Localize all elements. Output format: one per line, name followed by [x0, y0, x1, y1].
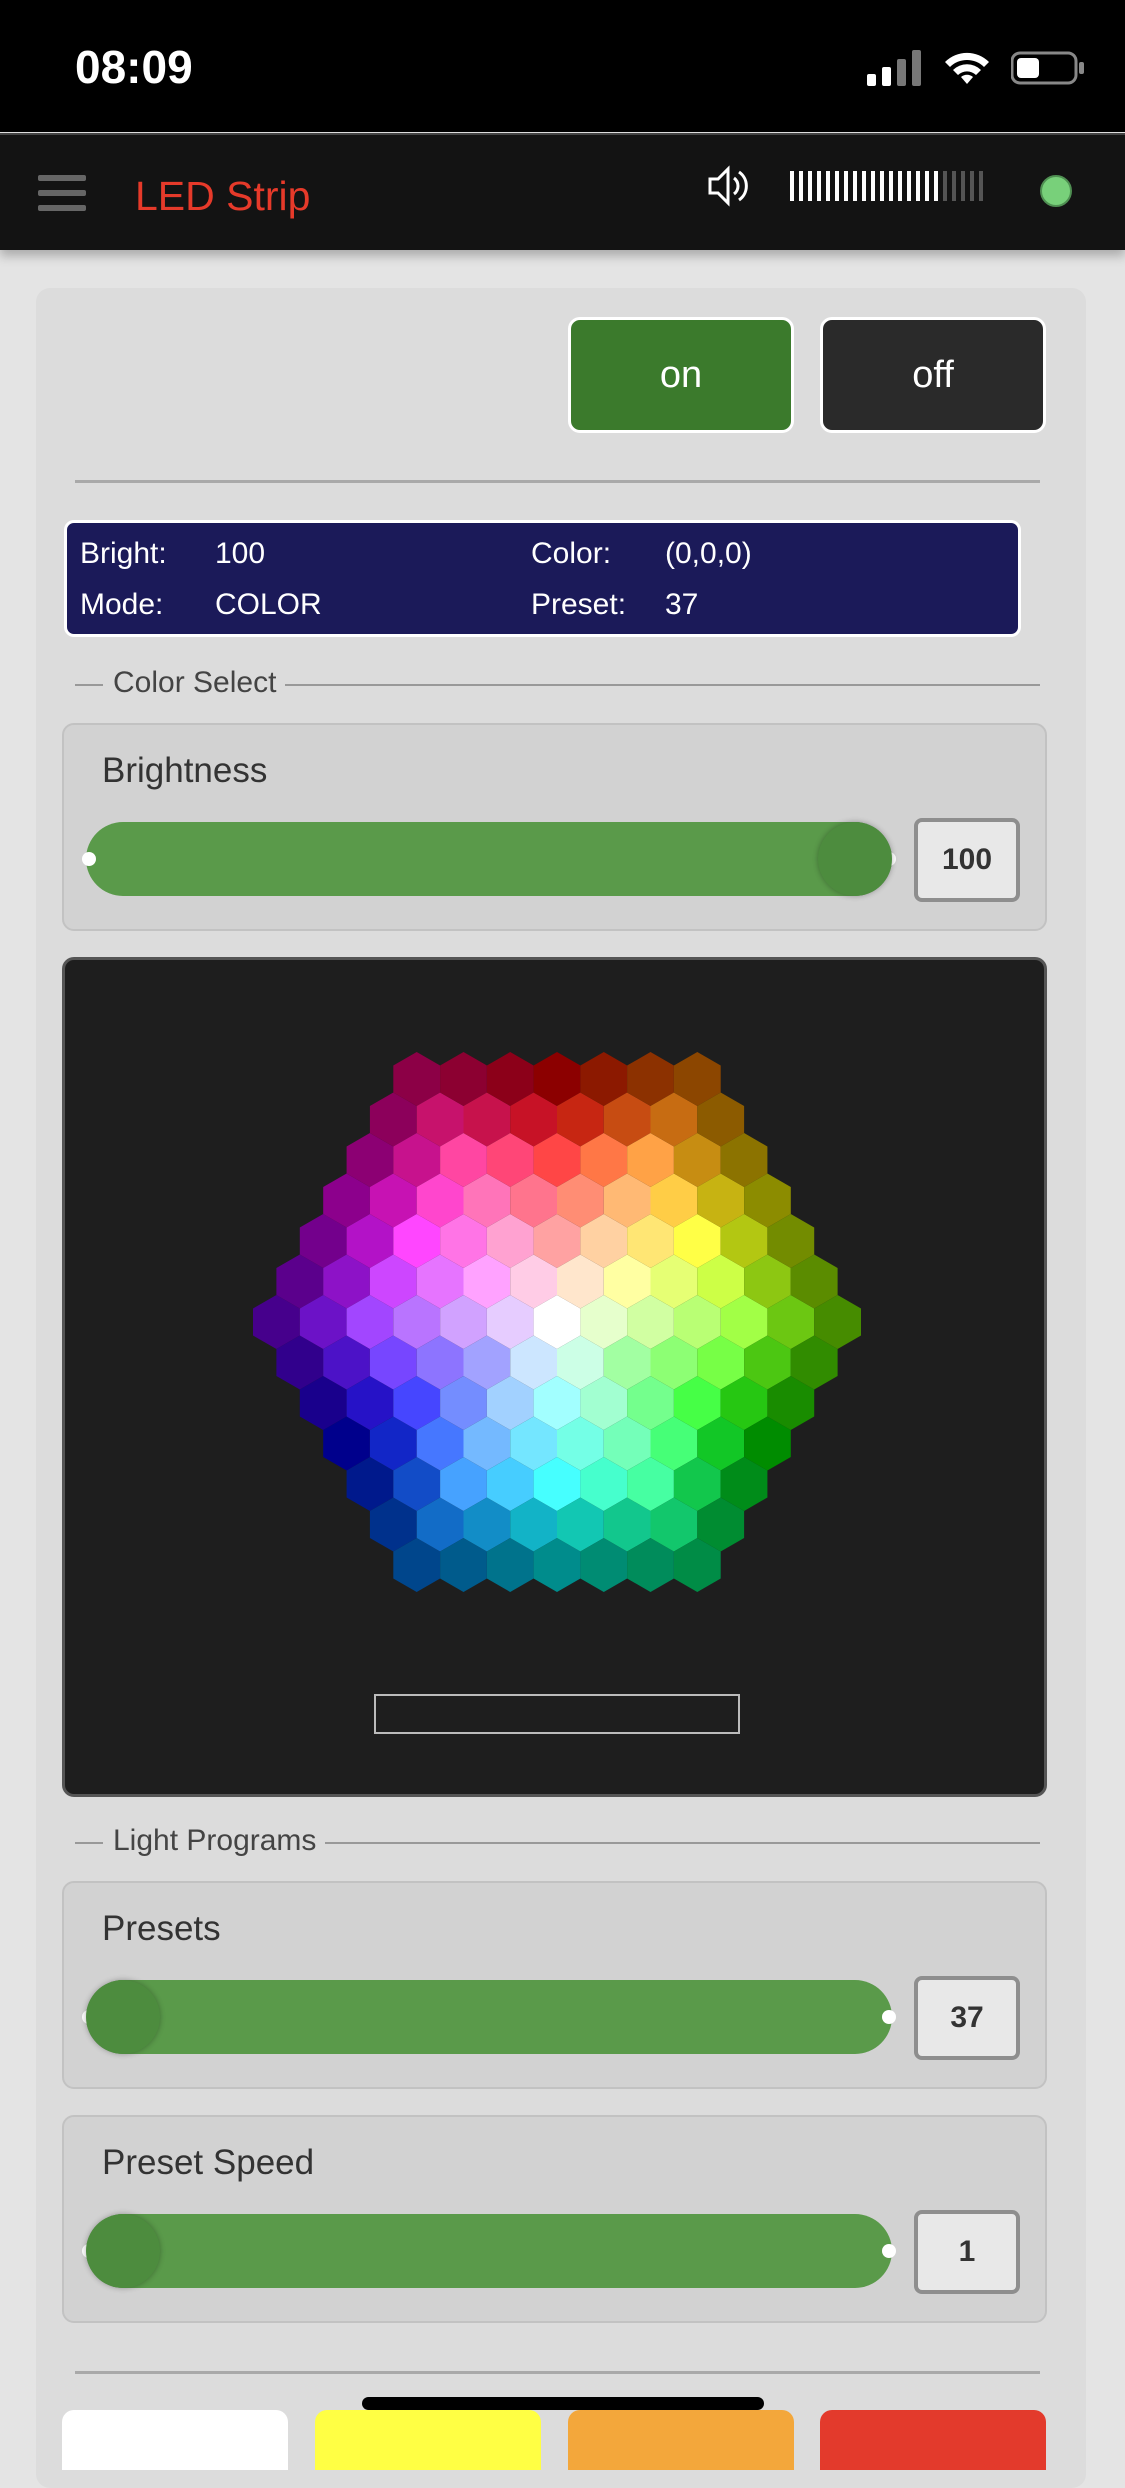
volume-bar: [817, 171, 821, 201]
presets-slider[interactable]: [82, 1980, 896, 2054]
volume-bar: [808, 171, 812, 201]
signal-icon: [867, 50, 921, 86]
color-value: (0,0,0): [665, 537, 752, 570]
volume-bar: [844, 171, 848, 201]
color-select-legend: Color Select: [75, 664, 1040, 704]
brightness-slider[interactable]: [82, 822, 896, 896]
volume-meter[interactable]: [790, 171, 983, 201]
status-icons: [867, 48, 1085, 88]
volume-bar: [943, 171, 947, 201]
wifi-icon: [945, 52, 989, 84]
volume-bar: [790, 171, 794, 201]
volume-bar: [961, 171, 965, 201]
preset-speed-slider[interactable]: [82, 2214, 896, 2288]
volume-bar: [970, 171, 974, 201]
volume-bar: [916, 171, 920, 201]
color-swatch-white[interactable]: [62, 2410, 288, 2470]
volume-bar: [934, 171, 938, 201]
color-swatch-red[interactable]: [820, 2410, 1046, 2470]
hamburger-icon[interactable]: [38, 175, 86, 211]
color-select-title: Color Select: [113, 666, 287, 700]
status-bar: 08:09: [0, 0, 1125, 132]
volume-bar: [835, 171, 839, 201]
color-swatch-orange[interactable]: [568, 2410, 794, 2470]
volume-bar: [898, 171, 902, 201]
volume-bar: [925, 171, 929, 201]
selected-color-field[interactable]: [374, 1694, 740, 1734]
power-off-button[interactable]: off: [820, 317, 1046, 433]
battery-icon: [1011, 51, 1084, 85]
bright-value: 100: [215, 537, 266, 570]
brightness-slider-knob[interactable]: [818, 822, 892, 896]
presets-label: Presets: [102, 1909, 221, 1948]
brightness-label: Brightness: [102, 751, 268, 790]
brightness-value: 100: [914, 818, 1020, 902]
app-header: LED Strip: [0, 133, 1125, 250]
brightness-card: Brightness 100: [62, 723, 1047, 931]
app-title: LED Strip: [135, 173, 311, 219]
volume-bar: [979, 171, 983, 201]
divider: [75, 2371, 1040, 2374]
home-indicator: [362, 2397, 764, 2410]
preset-speed-card: Preset Speed 1: [62, 2115, 1047, 2323]
hex-color-wheel[interactable]: [65, 960, 1044, 1794]
presets-card: Presets 37: [62, 1881, 1047, 2089]
volume-bar: [853, 171, 857, 201]
volume-bar: [862, 171, 866, 201]
volume-bar: [799, 171, 803, 201]
volume-bar: [907, 171, 911, 201]
divider: [75, 480, 1040, 483]
color-label: Color:: [531, 537, 612, 570]
volume-bar: [889, 171, 893, 201]
volume-bar: [871, 171, 875, 201]
preset-label: Preset:: [531, 588, 627, 621]
light-programs-title: Light Programs: [113, 1824, 327, 1858]
mode-label: Mode:: [80, 588, 164, 621]
light-programs-legend: Light Programs: [75, 1822, 1040, 1862]
presets-slider-knob[interactable]: [86, 1980, 160, 2054]
preset-speed-label: Preset Speed: [102, 2143, 315, 2182]
speaker-icon[interactable]: [706, 163, 752, 209]
status-info-box: Bright: 100 Mode: COLOR Color: (0,0,0) P…: [64, 520, 1021, 637]
color-swatch-yellow[interactable]: [315, 2410, 541, 2470]
mode-value: COLOR: [215, 588, 322, 621]
power-on-button[interactable]: on: [568, 317, 794, 433]
color-picker-panel: [62, 957, 1047, 1797]
preset-speed-slider-knob[interactable]: [86, 2214, 160, 2288]
presets-value: 37: [914, 1976, 1020, 2060]
bright-label: Bright:: [80, 537, 167, 570]
volume-bar: [826, 171, 830, 201]
volume-bar: [952, 171, 956, 201]
preset-value: 37: [665, 588, 699, 621]
status-time: 08:09: [75, 41, 193, 93]
preset-speed-value: 1: [914, 2210, 1020, 2294]
volume-bar: [880, 171, 884, 201]
connection-status-indicator: [1040, 175, 1072, 207]
